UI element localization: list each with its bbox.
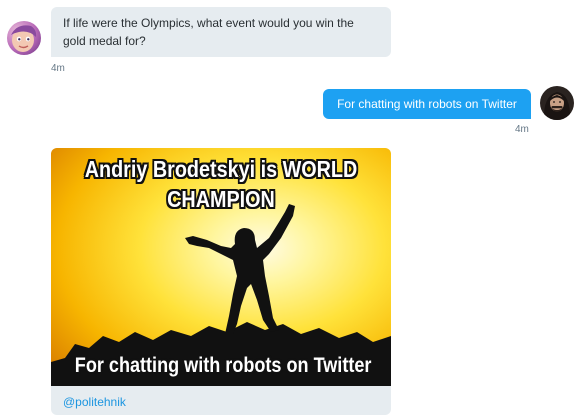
bearded-man-avatar-icon <box>540 86 574 120</box>
bot-avatar[interactable] <box>7 21 41 55</box>
meme-bottom-caption: For chatting with robots on Twitter <box>74 354 372 377</box>
message-timestamp: 4m <box>515 124 529 135</box>
message-timestamp: 4m <box>51 63 65 74</box>
incoming-message-bubble[interactable]: If life were the Olympics, what event wo… <box>51 7 391 57</box>
card-handle-link[interactable]: @politehnik <box>63 394 126 410</box>
user-avatar[interactable] <box>540 86 574 120</box>
cartoon-face-avatar-icon <box>7 21 41 55</box>
media-card[interactable]: Andriy Brodetskyi is WORLD CHAMPION For … <box>51 148 391 415</box>
incoming-message-text: If life were the Olympics, what event wo… <box>63 16 354 48</box>
outgoing-message-bubble[interactable]: For chatting with robots on Twitter <box>323 89 531 119</box>
meme-top-caption: Andriy Brodetskyi is WORLD CHAMPION <box>84 156 358 212</box>
outgoing-message-text: For chatting with robots on Twitter <box>337 97 517 111</box>
champion-silhouette-image[interactable]: Andriy Brodetskyi is WORLD CHAMPION For … <box>51 148 391 386</box>
